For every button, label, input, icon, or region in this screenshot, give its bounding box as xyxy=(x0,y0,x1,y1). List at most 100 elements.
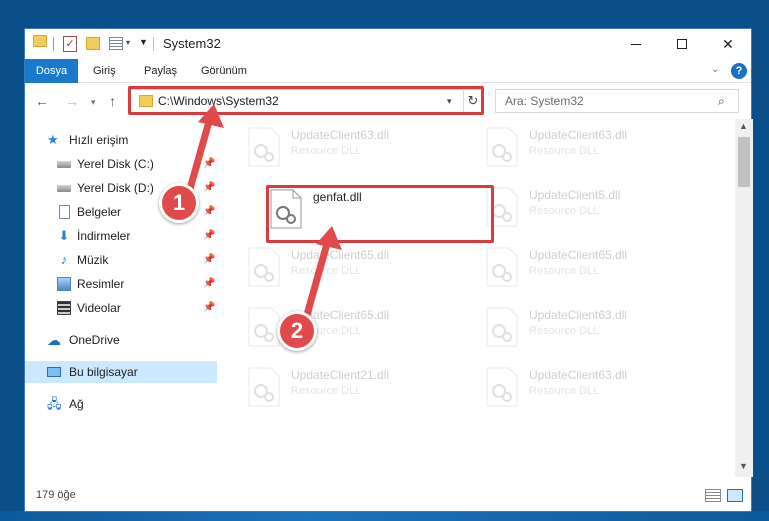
file-name: UpdateClient63.dll xyxy=(291,128,390,142)
file-item[interactable]: UpdateClient65.dll Resource DLL xyxy=(485,243,705,291)
file-item[interactable]: UpdateClient65.dll Resource DLL xyxy=(247,243,467,291)
address-highlight-box xyxy=(128,86,484,115)
sidebar-item-onedrive[interactable]: ☁ OneDrive xyxy=(25,329,217,351)
file-item[interactable]: UpdateClient63.dll Resource DLL xyxy=(485,363,705,411)
pin-icon: 📌 xyxy=(203,206,216,217)
properties-icon[interactable] xyxy=(109,37,123,50)
step-2-badge: 2 xyxy=(277,311,317,351)
file-highlight-box xyxy=(266,185,494,243)
customize-toolbar-icon[interactable]: ▼ xyxy=(139,37,148,47)
sidebar-item-local-disk-c[interactable]: Yerel Disk (C:) 📌 xyxy=(25,153,217,175)
sidebar-item-network[interactable]: 🖧 Ağ xyxy=(25,393,217,415)
minimize-button[interactable] xyxy=(613,29,659,59)
up-arrow-icon[interactable]: ↑ xyxy=(109,93,116,109)
file-name: UpdateClient63.dll xyxy=(529,368,628,382)
star-icon: ★ xyxy=(47,132,59,147)
sidebar-item-quick-access[interactable]: ★ Hızlı erişim xyxy=(25,129,217,151)
large-icons-view-icon[interactable] xyxy=(727,489,743,502)
pin-icon: 📌 xyxy=(203,182,216,193)
file-type: Resource DLL xyxy=(529,265,600,277)
expand-ribbon-icon[interactable]: ⌄ xyxy=(711,64,719,75)
properties-check-icon[interactable]: ✓ xyxy=(63,36,77,52)
help-icon[interactable]: ? xyxy=(731,63,747,79)
scrollbar-thumb[interactable] xyxy=(738,137,750,187)
sidebar-item-label: Yerel Disk (D:) xyxy=(77,181,154,195)
sidebar-item-pictures[interactable]: Resimler 📌 xyxy=(25,273,217,295)
address-row: ← → ▾ ↑ C:\Windows\System32 ▾ ↻ Ara: Sys… xyxy=(25,83,751,119)
file-item[interactable]: UpdateClient5.dll Resource DLL xyxy=(485,183,705,231)
drive-icon xyxy=(57,185,71,192)
computer-icon xyxy=(47,367,61,377)
pictures-icon xyxy=(57,277,71,291)
scroll-up-icon[interactable]: ▲ xyxy=(739,121,748,131)
sidebar-item-label: Videolar xyxy=(77,301,121,315)
tab-view[interactable]: Görünüm xyxy=(201,59,247,83)
sidebar-item-label: Bu bilgisayar xyxy=(69,365,138,379)
sidebar-item-label: Müzik xyxy=(77,253,109,267)
item-count: 179 öğe xyxy=(36,489,76,501)
search-input[interactable]: Ara: System32 ⌕ xyxy=(495,89,739,113)
details-view-icon[interactable] xyxy=(705,489,721,502)
folder-icon xyxy=(33,35,47,47)
file-name: UpdateClient65.dll xyxy=(291,248,390,262)
close-button[interactable]: ✕ xyxy=(705,29,751,59)
forward-arrow-icon[interactable]: → xyxy=(65,93,79,109)
desktop-background xyxy=(0,511,769,521)
file-item[interactable]: UpdateClient21.dll Resource DLL xyxy=(247,363,467,411)
search-icon[interactable]: ⌕ xyxy=(718,94,725,109)
file-type: Resource DLL xyxy=(529,205,600,217)
documents-icon xyxy=(59,205,70,219)
navigation-pane: ★ Hızlı erişim Yerel Disk (C:) 📌 Yerel D… xyxy=(25,119,217,477)
pin-icon: 📌 xyxy=(203,302,216,313)
file-item[interactable]: UpdateClient63.dll Resource DLL xyxy=(485,123,705,171)
minimize-icon xyxy=(631,43,641,45)
sidebar-item-music[interactable]: ♪ Müzik 📌 xyxy=(25,249,217,271)
file-item[interactable]: UpdateClient63.dll Resource DLL xyxy=(485,303,705,351)
sidebar-item-downloads[interactable]: ⬇ İndirmeler 📌 xyxy=(25,225,217,247)
pin-icon: 📌 xyxy=(203,158,216,169)
file-item[interactable]: UpdateClient63.dll Resource DLL xyxy=(247,123,467,171)
title-separator xyxy=(153,37,154,51)
sidebar-item-label: İndirmeler xyxy=(77,229,131,243)
dll-file-icon xyxy=(486,127,518,167)
file-list: UpdateClient63.dll Resource DLL genfat.d… xyxy=(217,119,735,477)
sidebar-item-label: Hızlı erişim xyxy=(69,133,129,147)
title-bar: ✓ ▾ ▼ System32 ✕ xyxy=(25,29,751,59)
network-icon: 🖧 xyxy=(47,396,62,411)
quick-access-dropdown-icon[interactable]: ▾ xyxy=(126,38,130,47)
dll-file-icon xyxy=(486,367,518,407)
step-1-badge: 1 xyxy=(159,183,199,223)
tab-share[interactable]: Paylaş xyxy=(144,59,177,83)
explorer-window: ✓ ▾ ▼ System32 ✕ Dosya Giriş Paylaş Görü… xyxy=(24,28,753,512)
scroll-down-icon[interactable]: ▼ xyxy=(739,461,748,471)
tab-file[interactable]: Dosya xyxy=(25,59,78,83)
file-type: Resource DLL xyxy=(529,385,600,397)
tab-home[interactable]: Giriş xyxy=(93,59,116,83)
file-name: UpdateClient63.dll xyxy=(529,128,628,142)
pin-icon: 📌 xyxy=(203,278,216,289)
file-type: Resource DLL xyxy=(291,265,362,277)
videos-icon xyxy=(57,301,71,315)
cloud-icon: ☁ xyxy=(47,332,61,348)
file-name: UpdateClient21.dll xyxy=(291,368,390,382)
file-type: Resource DLL xyxy=(291,145,362,157)
status-bar: 179 öğe xyxy=(25,481,751,511)
sidebar-item-this-pc[interactable]: Bu bilgisayar xyxy=(25,361,217,383)
vertical-scrollbar[interactable]: ▲ ▼ xyxy=(735,119,753,477)
sidebar-item-label: Resimler xyxy=(77,277,125,291)
sidebar-item-label: Yerel Disk (C:) xyxy=(77,157,154,171)
sidebar-item-label: OneDrive xyxy=(69,333,120,347)
new-folder-icon[interactable] xyxy=(86,37,100,50)
back-arrow-icon[interactable]: ← xyxy=(35,93,49,109)
file-name: UpdateClient65.dll xyxy=(529,248,628,262)
file-type: Resource DLL xyxy=(529,145,600,157)
dll-file-icon xyxy=(248,247,280,287)
download-icon: ⬇ xyxy=(58,228,70,243)
dll-file-icon xyxy=(248,307,280,347)
recent-locations-icon[interactable]: ▾ xyxy=(91,97,96,108)
maximize-button[interactable] xyxy=(659,29,705,59)
file-type: Resource DLL xyxy=(291,385,362,397)
sidebar-item-label: Belgeler xyxy=(77,205,122,219)
sidebar-item-videos[interactable]: Videolar 📌 xyxy=(25,297,217,319)
search-placeholder: Ara: System32 xyxy=(505,94,584,108)
